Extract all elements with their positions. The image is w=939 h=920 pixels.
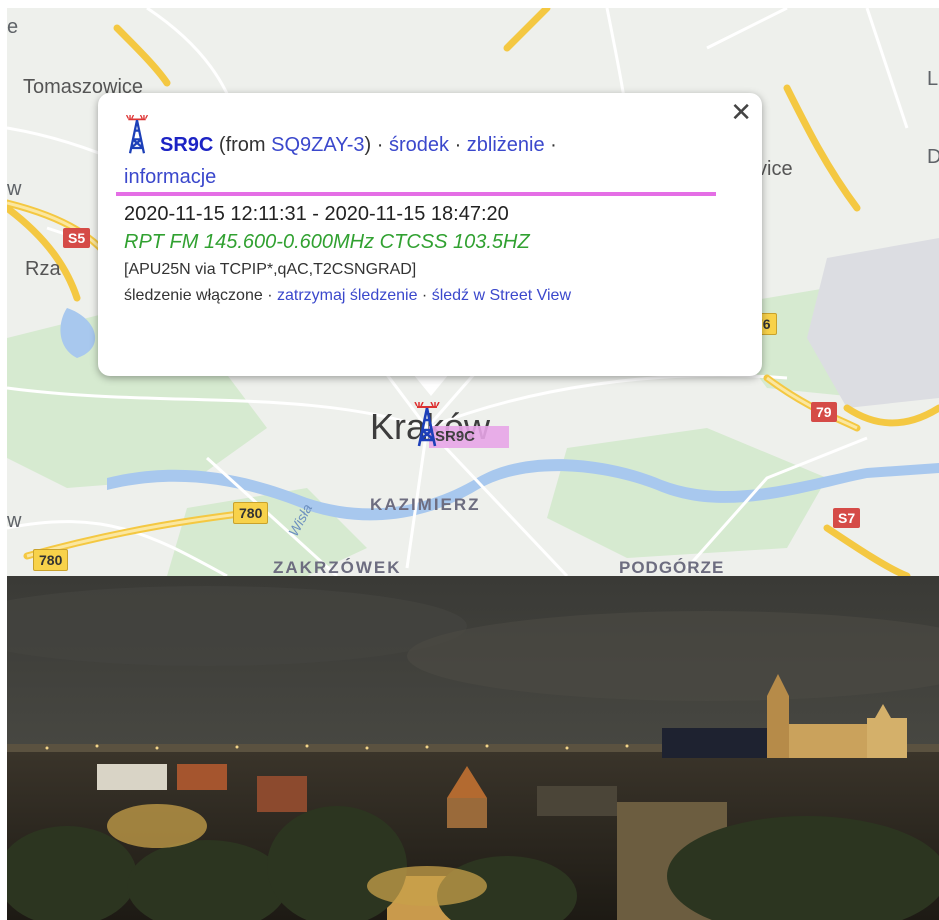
night-city-photo	[7, 576, 939, 920]
separator: ·	[449, 134, 467, 156]
district-label-kazimierz: KAZIMIERZ	[370, 495, 481, 514]
place-label-vice: vice	[757, 158, 793, 180]
station-info-popup: ✕ SR9C (from SQ9ZAY-3) · środek · zbliże…	[98, 93, 762, 376]
separator: ·	[544, 134, 557, 156]
popup-tail	[413, 374, 449, 396]
place-label-right-edge-l: L	[927, 68, 939, 90]
separator: ·	[371, 134, 389, 156]
district-label-podgorze: PODGÓRZE	[619, 558, 725, 576]
road-shield-s7: S7	[833, 508, 861, 528]
info-link[interactable]: informacje	[124, 166, 216, 188]
tracking-status: śledzenie włączone	[124, 287, 263, 304]
place-label-rza: Rza	[25, 258, 61, 280]
road-shield-s5: S5	[63, 228, 91, 248]
station-tag-label[interactable]: SR9C	[429, 426, 509, 448]
radio-tower-icon	[124, 114, 150, 164]
close-icon[interactable]: ✕	[730, 99, 752, 125]
place-label-right-edge-d: D	[927, 146, 939, 168]
radio-tower-icon[interactable]	[413, 401, 441, 453]
zoom-in-link[interactable]: zbliżenie	[467, 134, 545, 156]
packet-path: [APU25N via TCPIP*,qAC,T2CSNGRAD]	[124, 261, 417, 278]
road-shield-79: 79	[811, 402, 837, 422]
map[interactable]: e Tomaszowice w Rza vice L D w Kraków KA…	[7, 8, 939, 576]
separator: ·	[262, 287, 277, 304]
station-callsign[interactable]: SR9C	[160, 134, 213, 156]
street-view-link[interactable]: śledź w Street View	[432, 287, 571, 304]
place-label-left-edge-1: w	[7, 178, 22, 200]
station-comment: RPT FM 145.600-0.600MHz CTCSS 103.5HZ	[124, 231, 530, 253]
tracking-row: śledzenie włączone · zatrzymaj śledzenie…	[124, 284, 738, 308]
road-shield-780-b: 780	[33, 549, 69, 571]
source-station-link[interactable]: SQ9ZAY-3	[271, 134, 364, 156]
stop-tracking-link[interactable]: zatrzymaj śledzenie	[277, 287, 418, 304]
city-panorama-image	[7, 576, 939, 920]
route-line-underline	[116, 192, 716, 196]
place-label-top-edge: e	[7, 16, 19, 38]
district-label-zakrzowek: ZAKRZÓWEK	[273, 558, 402, 576]
place-label-left-edge-2: w	[7, 510, 22, 532]
timestamp-range: 2020-11-15 12:11:31 - 2020-11-15 18:47:2…	[124, 203, 509, 225]
road-shield-780-a: 780	[233, 502, 269, 524]
popup-header: SR9C (from SQ9ZAY-3) · środek · zbliżeni…	[124, 114, 738, 164]
center-map-link[interactable]: środek	[389, 134, 449, 156]
from-prefix: (from	[218, 134, 272, 156]
separator: ·	[417, 287, 432, 304]
